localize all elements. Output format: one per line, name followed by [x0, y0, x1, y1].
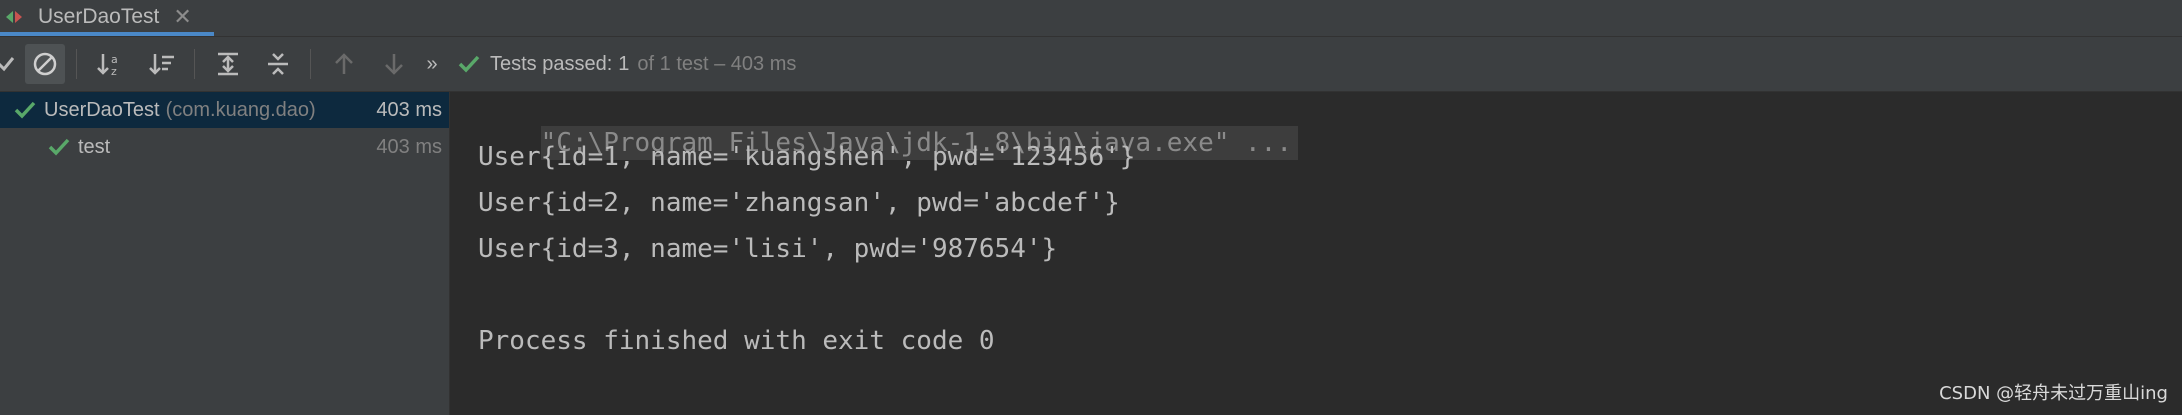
- status-passed-count: 1: [618, 52, 630, 75]
- tree-item-duration: 403 ms: [376, 135, 442, 158]
- console-output[interactable]: "C:\Program Files\Java\jdk-1.8\bin\java.…: [450, 92, 2182, 415]
- tree-item-test[interactable]: test 403 ms: [0, 129, 449, 165]
- console-line: User{id=2, name='zhangsan', pwd='abcdef'…: [478, 188, 1120, 218]
- toolbar-separator: [194, 49, 195, 79]
- test-status: Tests passed: 1 of 1 test – 403 ms: [458, 51, 796, 77]
- tab-active-indicator: [0, 32, 214, 36]
- check-icon: [458, 55, 480, 73]
- collapse-all-button[interactable]: [258, 44, 298, 84]
- close-icon[interactable]: ✕: [173, 4, 191, 30]
- watermark: CSDN @轻舟未过万重山ing: [1939, 383, 2168, 404]
- sort-alpha-icon: a z: [97, 53, 118, 77]
- console-line: User{id=1, name='kuangshen', pwd='123456…: [478, 142, 1136, 172]
- sort-alphabetically-button[interactable]: a z: [90, 44, 130, 84]
- toolbar-overflow-button[interactable]: »: [414, 44, 450, 84]
- tab-bar: UserDaoTest ✕: [0, 0, 2182, 37]
- status-detail: of 1 test – 403 ms: [637, 52, 797, 75]
- arrow-up-icon: [335, 53, 353, 74]
- console-line: User{id=3, name='lisi', pwd='987654'}: [478, 234, 1058, 264]
- toolbar-separator: [76, 49, 77, 79]
- show-passed-toggle[interactable]: [0, 44, 26, 84]
- next-failed-test-button[interactable]: [374, 44, 414, 84]
- status-passed-label: Tests passed:: [490, 52, 613, 75]
- test-toolbar: a z » Tests passed: 1 of 1 test – 403 ms: [0, 37, 2182, 92]
- check-icon: [0, 57, 15, 72]
- run-config-icon: [4, 7, 28, 27]
- svg-text:z: z: [111, 65, 117, 77]
- check-icon: [48, 138, 70, 156]
- check-icon: [14, 101, 36, 119]
- sort-by-duration-button[interactable]: [142, 44, 182, 84]
- show-ignored-toggle[interactable]: [25, 44, 65, 84]
- previous-failed-test-button[interactable]: [324, 44, 364, 84]
- arrow-down-icon: [385, 54, 403, 75]
- ignored-icon: [33, 52, 57, 76]
- collapse-all-icon: [268, 53, 288, 75]
- expand-all-button[interactable]: [208, 44, 248, 84]
- tree-item-package: (com.kuang.dao): [165, 98, 316, 121]
- tree-item-duration: 403 ms: [376, 98, 442, 121]
- sort-duration-icon: [149, 54, 174, 75]
- tree-item-label: UserDaoTest: [44, 98, 160, 121]
- tab-userdaotest[interactable]: UserDaoTest ✕: [0, 0, 214, 36]
- tree-item-userdaotest[interactable]: UserDaoTest (com.kuang.dao) 403 ms: [0, 92, 449, 128]
- toolbar-separator: [310, 49, 311, 79]
- tab-label: UserDaoTest: [38, 4, 160, 28]
- console-exit-line: Process finished with exit code 0: [478, 326, 995, 356]
- test-tree: UserDaoTest (com.kuang.dao) 403 ms test …: [0, 92, 450, 415]
- expand-all-icon: [218, 52, 238, 76]
- tree-item-label: test: [78, 135, 111, 158]
